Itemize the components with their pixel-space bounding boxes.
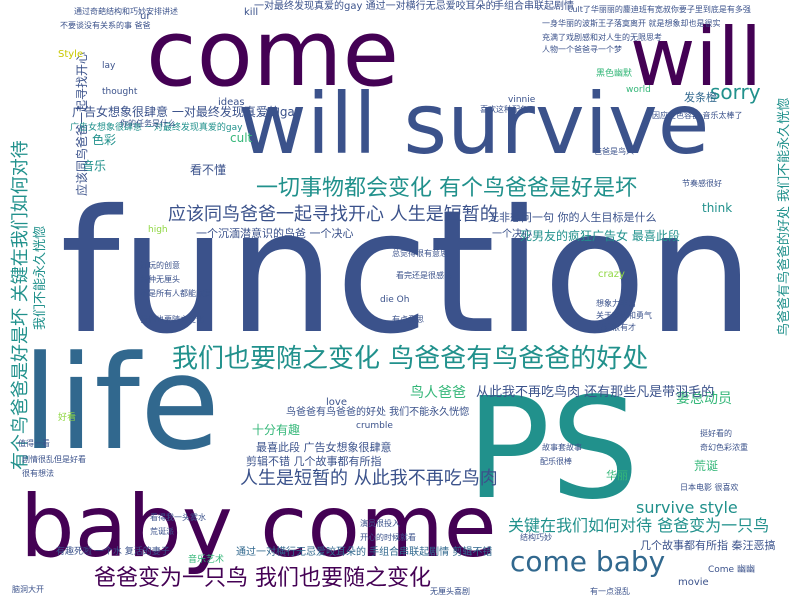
word-world: world — [626, 85, 651, 95]
word-dont-understand: 看不懂 — [190, 163, 227, 177]
tiny-comment: 我们也要随之变化 — [140, 315, 204, 324]
tiny-comment: 看完还是很感动 — [396, 271, 452, 280]
phrase-bottom-line: 通过一对横行无忌爱咬耳朵的 手组合串联起剧情 剪辑不错 — [236, 547, 493, 558]
tiny-comment: 爸爸是鸟人 — [594, 147, 634, 156]
phrase-last-bit: 最喜此段 广告女想象很肆意 — [256, 441, 392, 454]
word-high: high — [148, 225, 168, 235]
vertical-right-phrase: 鸟爸爸有鸟爸爸的好处 我们不能永久恍惚 — [777, 97, 792, 336]
word-absurd: 荒诞 — [694, 459, 719, 473]
tiny-comment: 不是所有人都能欣赏 — [140, 289, 212, 298]
phrase-ad-dream: 广告女想象很肆意 一对最终发现真爱的gay — [72, 105, 302, 119]
tiny-comment: 值得一看 — [18, 439, 50, 448]
word-thought: thought — [102, 87, 138, 97]
word-come-yeah: Come 幽幽 — [708, 565, 755, 575]
word-music-art: 音乐艺术 — [188, 555, 225, 565]
tiny-comment: 人物一个爸爸寻一个梦 — [542, 45, 622, 54]
tiny-comment: 很有想法 — [22, 469, 54, 478]
tiny-comment: 脑洞大开 — [12, 585, 44, 594]
tiny-comment: 关于梦想和勇气 — [596, 311, 652, 320]
tiny-comment: 总觉得很有意思 — [392, 249, 448, 258]
tiny-comment: 演员很投入 — [360, 519, 400, 528]
tiny-comment: 有一点混乱 — [590, 587, 630, 596]
tiny-comment: 喜欢这种配色 — [480, 105, 528, 114]
word-huali: 华丽 — [606, 469, 628, 482]
phrase-gay-top: 一对最终发现真爱的gay 通过一对横行无忌爱咬耳朵的 — [254, 1, 496, 12]
tiny-comment: 看得我一头雾水 — [150, 513, 206, 522]
tiny-comment: 剧情很乱但是好看 — [22, 455, 86, 464]
word-style: Style — [58, 49, 84, 60]
phrase-find-happiness: 应该同鸟爸爸一起寻找开心 人生是短暂的 — [168, 204, 498, 225]
phrase-dad-benefit: 鸟爸爸有鸟爸爸的好处 我们不能永久恍惚 — [286, 407, 470, 418]
phrase-cut-good: 剪辑不错 几个故事都有所指 — [246, 455, 382, 468]
phrase-hand-combo: 手组合串联起剧情 — [494, 1, 574, 12]
tiny-comment: 你的任务是什么 — [120, 119, 176, 128]
word-fun: 十分有趣 — [252, 423, 301, 437]
word-think: think — [702, 201, 733, 215]
tiny-comment: 荒诞派 — [150, 527, 174, 536]
word-sorry: sorry — [710, 80, 761, 104]
phrase-no-more-bird: 从此我不再吃鸟肉 还有那些凡是带羽毛的 — [476, 385, 715, 400]
phrase-dad-bird: 爸爸变为一只鸟 我们也要随之变化 — [94, 566, 431, 591]
tiny-comment: 挺好看的 — [700, 429, 732, 438]
word-lay: lay — [102, 61, 116, 71]
tiny-comment: 奇幻色彩浓重 — [700, 443, 748, 452]
word-crazy: crazy — [598, 269, 625, 280]
word-vinnie: vinnie — [508, 95, 536, 105]
word-birdman: 鸟人爸爸 — [410, 385, 466, 401]
word-love: love — [326, 397, 347, 408]
word-ideas: ideas — [218, 97, 245, 108]
word-survive-style: survive style — [636, 498, 738, 517]
word-crumble: crumble — [356, 421, 393, 431]
tiny-comment: 导演很有才 — [596, 323, 636, 332]
phrase-dead-friend: 死男友的疯狂广告女 最喜此段 — [520, 229, 680, 243]
word-die-oh: die Oh — [380, 295, 410, 305]
word-color: 色彩 — [92, 133, 117, 147]
word-kill: kill — [244, 7, 259, 18]
phrase-key-treat: 关键在我们如何对待 爸爸变为一只鸟 — [508, 516, 770, 535]
tiny-comment: 黑色幽默 — [596, 69, 633, 79]
tiny-comment: 各种无厘头 — [140, 275, 180, 284]
tiny-comment: 充满了戏剧感和对人生的无限思考 — [542, 33, 662, 42]
phrase-everything-changes: 一切事物都会变化 有个鸟爸爸是好是坏 — [256, 176, 637, 201]
word-fafu: 发条橙 — [684, 91, 717, 104]
tiny-comment: 日本电影 很喜欢 — [680, 483, 739, 492]
phrase-wuxian: 无非想问一句 你的人生目标是什么 — [488, 211, 657, 224]
tiny-comment: 一身华丽的波斯王子落寞离开 就是想象却也是很实 — [542, 19, 721, 28]
word-good-look: 好看 — [58, 413, 77, 423]
word-come-baby: come baby — [510, 545, 666, 578]
word-cloud: function come will will survive life PS … — [0, 0, 800, 600]
tiny-comment: 通过奇葩结构和巧妙安排讲述 — [74, 7, 178, 16]
tiny-comment: 故事套故事 — [542, 443, 582, 452]
tiny-comment: 结构巧妙 — [520, 533, 552, 542]
tiny-comment: 想象力丰富 — [596, 299, 636, 308]
tiny-comment: 开心的时候就看 — [360, 533, 416, 542]
tiny-comment: 有点意思 — [392, 315, 424, 324]
word-cult: cult — [230, 131, 253, 145]
vertical-left-phrase-2: 我们不能永久恍惚 — [33, 225, 48, 330]
tiny-comment: cult了华丽丽的鏖迪班有宽叔你要子里到底是有多强 — [568, 5, 751, 14]
tiny-comment: 配乐很棒 — [540, 457, 572, 466]
tiny-comment: 节奏感很好 — [682, 179, 722, 188]
word-movie: movie — [678, 577, 709, 588]
tiny-comment: 无厘头喜剧 — [430, 587, 470, 596]
phrase-yijuzhi: 有趣死啦 一个水 复活的妻子 — [56, 547, 170, 557]
phrase-several-stories: 几个故事都有所指 秦汪恶搞 — [640, 539, 776, 552]
phrase-life-short: 人生是短暂的 从此我不再吃鸟肉 — [240, 468, 498, 489]
phrase-we-must-change: 我们也要随之变化 鸟爸爸有鸟爸爸的好处 — [172, 344, 649, 374]
tiny-comment: 不要谈没有关系的事 爸爸 — [60, 21, 151, 30]
tiny-comment: 好玩的创意 — [140, 261, 180, 270]
phrase-dream-gay: 一个沉湎潜意识的鸟爸 一个决心 — [196, 227, 354, 240]
phrase-one-resolve: 一个决心 — [492, 229, 532, 240]
vertical-left-phrase: 有个鸟爸爸是好是坏 关键在我们如何对待 — [10, 140, 31, 470]
tiny-comment: 因应变色容器 音乐太棒了 — [652, 111, 743, 120]
